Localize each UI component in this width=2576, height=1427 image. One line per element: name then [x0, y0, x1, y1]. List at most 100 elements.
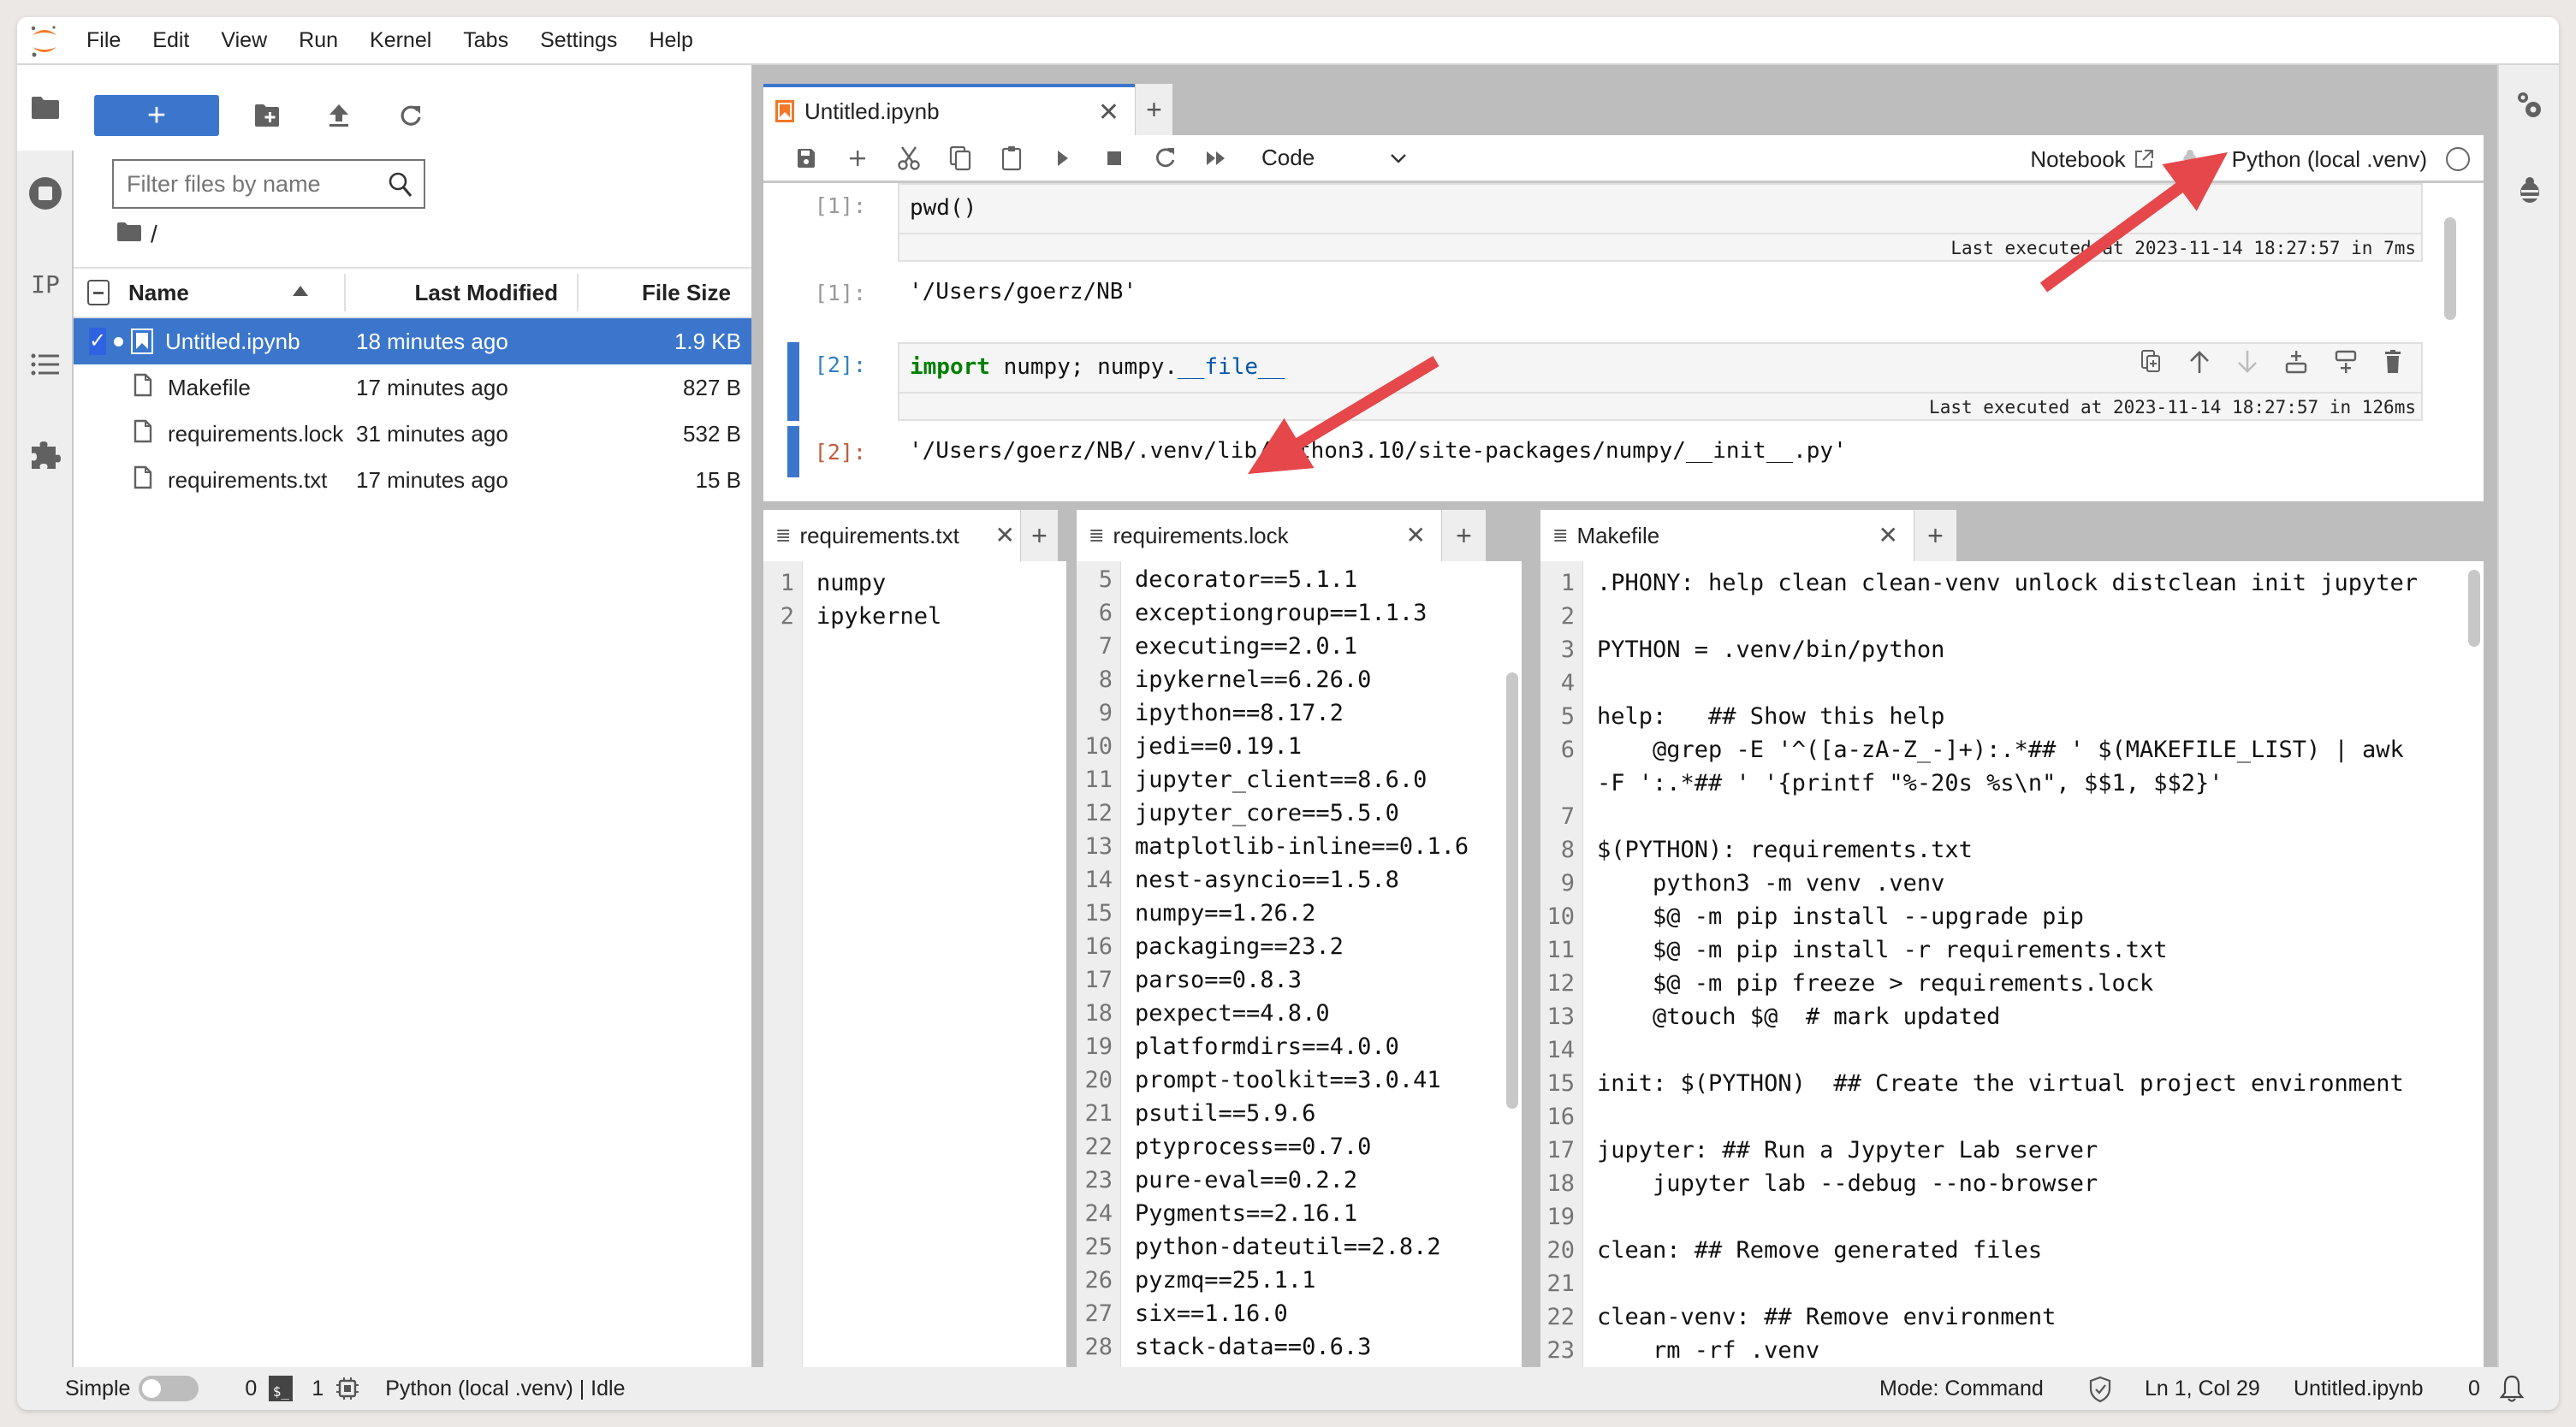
editor-line[interactable]: 14 — [1540, 1033, 2484, 1067]
menu-run[interactable]: Run — [286, 28, 357, 53]
notification-bell-icon[interactable] — [2499, 1374, 2525, 1409]
editor-line[interactable]: 27 six==1.16.0 — [1077, 1297, 1522, 1330]
editor-line[interactable]: 28 stack-data==0.6.3 — [1077, 1330, 1522, 1364]
editor-line[interactable]: 17 jupyter: ## Run a Jypyter Lab server — [1540, 1134, 2484, 1167]
paste-icon[interactable] — [986, 134, 1037, 182]
editor-line[interactable]: 23 rm -rf .venv — [1540, 1334, 2484, 1367]
save-icon[interactable] — [781, 134, 832, 182]
editor-line[interactable]: 19 platformdirs==4.0.0 — [1077, 1030, 1522, 1063]
cursor-position[interactable]: Ln 1, Col 29 — [2145, 1377, 2260, 1401]
add-cell-icon[interactable] — [832, 134, 883, 182]
run-all-icon[interactable] — [1191, 134, 1243, 182]
column-file-size[interactable]: File Size — [579, 280, 750, 306]
cpu-chip-icon[interactable] — [335, 1377, 359, 1400]
insert-below-icon[interactable] — [2334, 349, 2358, 378]
stop-circle-icon[interactable] — [17, 168, 74, 219]
menu-kernel[interactable]: Kernel — [357, 28, 450, 53]
trusted-shield-icon[interactable] — [2088, 1376, 2112, 1409]
editor-line[interactable]: 8 $(PYTHON): requirements.txt — [1540, 833, 2484, 867]
editor-line[interactable]: 10 $@ -m pip install --upgrade pip — [1540, 900, 2484, 933]
terminals-count[interactable]: 0 — [245, 1377, 257, 1401]
refresh-icon[interactable] — [387, 95, 435, 136]
editor-line[interactable]: 6 @grep -E '^([a-zA-Z_-]+):.*## ' $(MAKE… — [1540, 733, 2484, 767]
kernel-name[interactable]: Python (local .venv) — [2232, 146, 2427, 173]
home-folder-icon[interactable] — [116, 221, 142, 248]
editor-line[interactable]: 20 clean: ## Remove generated files — [1540, 1234, 2484, 1267]
editor-line[interactable]: 10 jedi==0.19.1 — [1077, 730, 1522, 763]
requirements-txt-editor[interactable]: 1 numpy 2 ipykernel — [763, 561, 1066, 1367]
file-row[interactable]: requirements.lock 31 minutes ago 532 B — [74, 411, 751, 457]
editor-line[interactable]: 18 pexpect==4.8.0 — [1077, 997, 1522, 1030]
editor-body[interactable]: 1 numpy 2 ipykernel — [763, 561, 1066, 1367]
new-launcher-button[interactable]: + — [94, 95, 219, 136]
new-folder-icon[interactable] — [243, 95, 291, 136]
move-down-icon[interactable] — [2236, 349, 2258, 378]
terminal-icon[interactable]: $_ — [269, 1376, 294, 1401]
editor-line[interactable]: 18 jupyter lab --debug --no-browser — [1540, 1167, 2484, 1200]
puzzle-icon[interactable] — [17, 429, 74, 481]
editor-line[interactable]: 8 ipykernel==6.26.0 — [1077, 663, 1522, 696]
editor-line[interactable]: 21 — [1540, 1267, 2484, 1300]
editor-line[interactable]: 11 jupyter_client==8.6.0 — [1077, 763, 1522, 796]
ip-text-icon[interactable]: IP — [17, 258, 74, 310]
select-all-checkbox[interactable] — [87, 280, 110, 305]
new-tab-button[interactable]: + — [1020, 510, 1058, 561]
menu-tabs[interactable]: Tabs — [450, 28, 527, 53]
breadcrumb-root[interactable]: / — [151, 221, 157, 248]
insert-above-icon[interactable] — [2284, 349, 2308, 378]
kernels-count[interactable]: 1 — [312, 1377, 323, 1401]
column-last-modified[interactable]: Last Modified — [346, 274, 579, 311]
folder-icon[interactable] — [17, 82, 74, 133]
notebook-mode[interactable]: Mode: Command — [1879, 1377, 2044, 1401]
editor-line[interactable]: 20 prompt-toolkit==3.0.41 — [1077, 1063, 1522, 1097]
cut-icon[interactable] — [883, 134, 935, 182]
editor-line[interactable]: 7 executing==2.0.1 — [1077, 630, 1522, 663]
editor-line[interactable]: 12 jupyter_core==5.5.0 — [1077, 796, 1522, 830]
makefile-editor[interactable]: 1 .PHONY: help clean clean-venv unlock di… — [1540, 561, 2484, 1367]
editor-line[interactable]: 16 — [1540, 1100, 2484, 1134]
copy-icon[interactable] — [935, 134, 986, 182]
editor-line[interactable]: 2 ipykernel — [763, 600, 1066, 633]
move-up-icon[interactable] — [2188, 349, 2211, 378]
tab-requirements-txt[interactable]: ≣ requirements.txt ✕ — [763, 510, 1020, 561]
menu-settings[interactable]: Settings — [527, 28, 636, 53]
requirements-lock-editor[interactable]: 5 decorator==5.1.1 6 exceptiongroup==1.1.3 7… — [1077, 561, 1522, 1367]
debugger-bug-icon[interactable] — [2499, 175, 2559, 205]
editor-line[interactable]: 1 numpy — [763, 566, 1066, 600]
menu-view[interactable]: View — [208, 28, 286, 53]
editor-line[interactable]: 24 Pygments==2.16.1 — [1077, 1197, 1522, 1230]
filter-files-field[interactable] — [112, 159, 425, 209]
file-row[interactable]: requirements.txt 17 minutes ago 15 B — [74, 457, 751, 503]
editor-line[interactable]: 17 parso==0.8.3 — [1077, 963, 1522, 997]
restart-icon[interactable] — [1140, 134, 1191, 182]
list-icon[interactable] — [17, 339, 74, 390]
code-cell-input[interactable]: pwd() Last executed at 2023-11-14 18:27:… — [898, 183, 2423, 262]
column-name[interactable]: Name — [74, 274, 346, 311]
property-inspector-gears-icon[interactable] — [2499, 89, 2559, 121]
editor-line[interactable]: 9 ipython==8.17.2 — [1077, 696, 1522, 730]
new-tab-button[interactable]: + — [1441, 510, 1486, 561]
editor-line[interactable]: 4 — [1540, 666, 2484, 700]
close-tab-icon[interactable]: ✕ — [995, 521, 1015, 549]
editor-line[interactable]: 22 ptyprocess==0.7.0 — [1077, 1130, 1522, 1164]
editor-body[interactable]: 1 .PHONY: help clean clean-venv unlock di… — [1540, 561, 2484, 1367]
editor-line[interactable]: 5 help: ## Show this help — [1540, 700, 2484, 733]
editor-line[interactable]: 9 python3 -m venv .venv — [1540, 867, 2484, 900]
editor-line[interactable]: 19 — [1540, 1200, 2484, 1234]
delete-cell-icon[interactable] — [2383, 349, 2402, 378]
file-row[interactable]: Makefile 17 minutes ago 827 B — [74, 364, 751, 411]
filter-files-input[interactable] — [127, 170, 383, 198]
editor-line[interactable]: 25 python-dateutil==2.8.2 — [1077, 1230, 1522, 1264]
tab-requirements-lock[interactable]: ≣ requirements.lock ✕ — [1077, 510, 1441, 561]
editor-line[interactable]: 15 init: $(PYTHON) ## Create the virtual … — [1540, 1067, 2484, 1100]
editor-line[interactable]: 2 — [1540, 600, 2484, 633]
editor-line[interactable]: 11 $@ -m pip install -r requirements.txt — [1540, 933, 2484, 967]
notifications-count[interactable]: 0 — [2468, 1377, 2480, 1401]
editor-line[interactable]: 1 .PHONY: help clean clean-venv unlock di… — [1540, 566, 2484, 600]
editor-line[interactable]: 3 PYTHON = .venv/bin/python — [1540, 633, 2484, 666]
menu-file[interactable]: File — [74, 28, 139, 53]
close-tab-icon[interactable]: ✕ — [1098, 98, 1119, 127]
file-row[interactable]: ✓ Untitled.ipynb 18 minutes ago 1.9 KB — [74, 318, 751, 364]
editor-line[interactable]: 13 @touch $@ # mark updated — [1540, 1000, 2484, 1033]
editor-line[interactable]: -F ':.*## ' '{printf "%-20s %s\n", $$1, … — [1540, 767, 2484, 800]
